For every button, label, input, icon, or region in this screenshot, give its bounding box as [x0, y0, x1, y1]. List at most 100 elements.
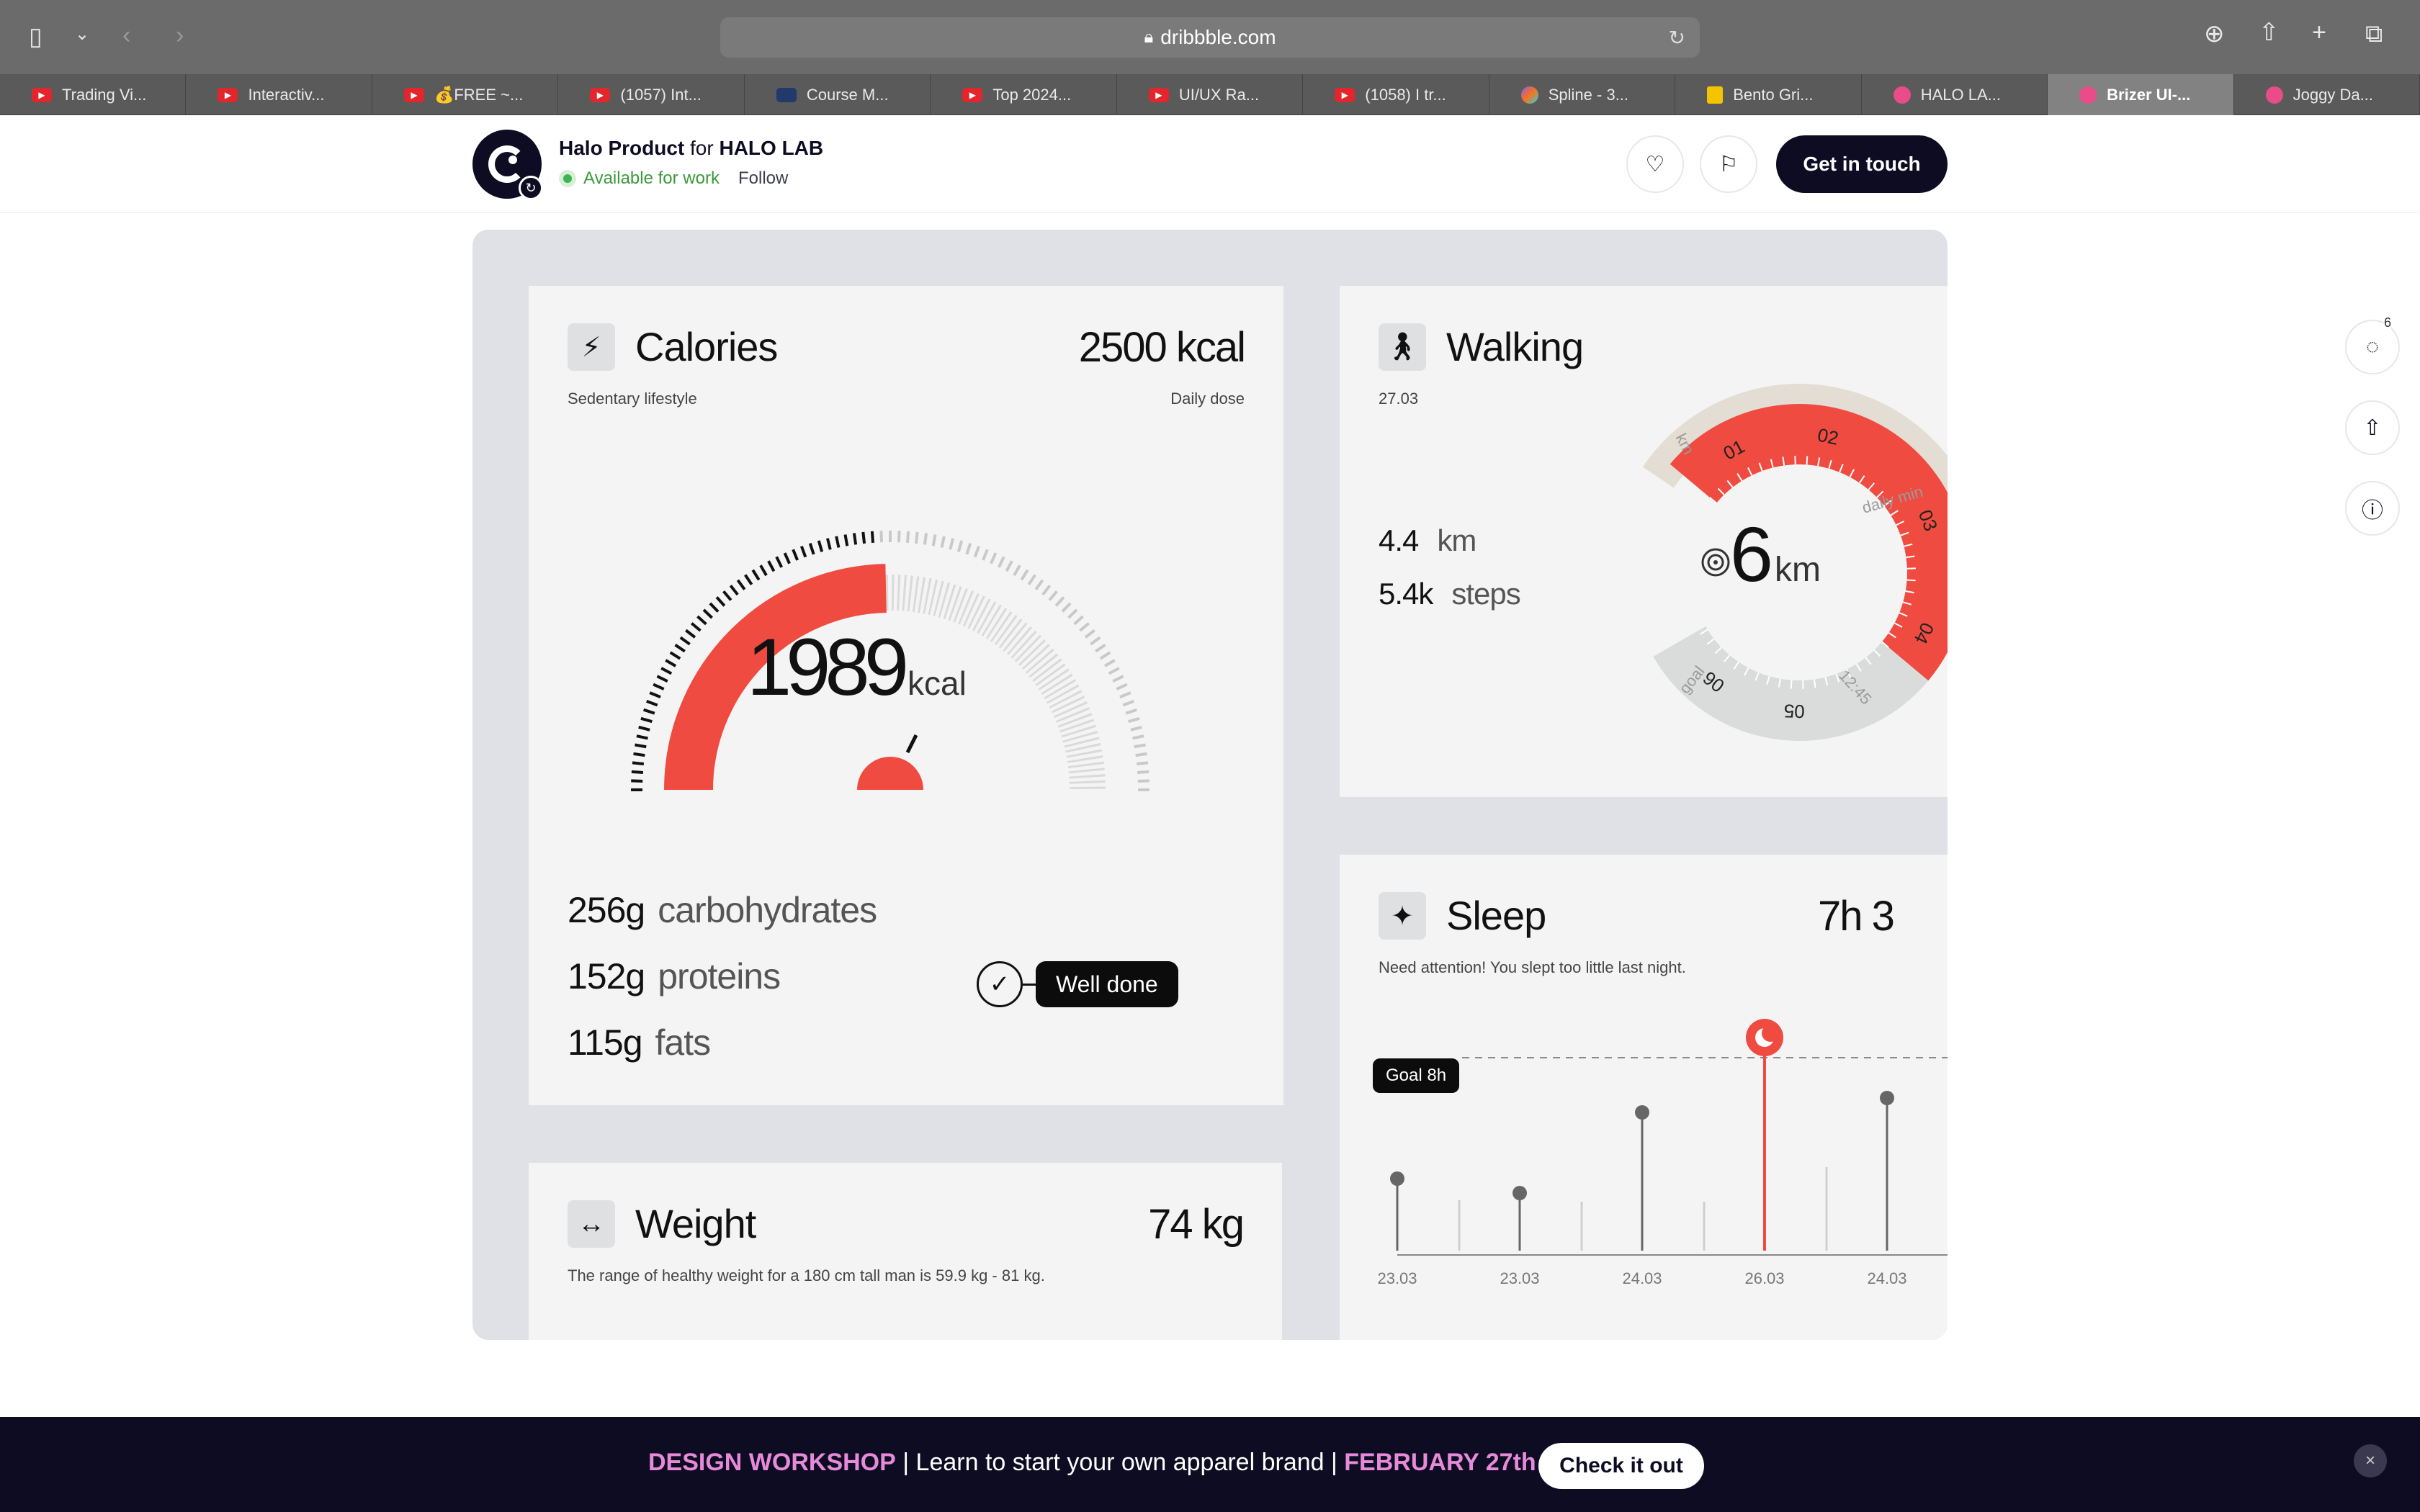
upload-icon: ⇧ [2363, 415, 2382, 440]
follow-link[interactable]: Follow [738, 168, 788, 189]
shot-title: Halo Product for HALO LAB [559, 137, 823, 160]
gauge-tick [665, 659, 677, 667]
sidebar-toggle-icon[interactable]: ▯ [29, 24, 42, 49]
gauge-tick [631, 779, 643, 783]
close-icon[interactable]: × [2354, 1444, 2387, 1477]
share-button[interactable]: ⇧ [2345, 400, 2400, 455]
gauge-tick [1090, 636, 1101, 646]
youtube-icon: ▶ [32, 87, 52, 102]
gauge-tick [965, 543, 972, 555]
browser-tab[interactable]: Joggy Da... [2234, 74, 2420, 115]
goal-badge: Goal 8h [1373, 1058, 1460, 1093]
sleep-note: Need attention! You slept too little las… [1379, 958, 1686, 976]
gauge-tick [696, 615, 707, 626]
gauge-tick [1125, 708, 1137, 715]
gauge-tick [914, 531, 919, 544]
weight-value: 74 kg [1148, 1201, 1245, 1248]
like-button[interactable]: ♡ [1626, 135, 1684, 193]
gauge-tick [631, 770, 643, 774]
browser-tab[interactable]: ▶ (1057) Int... [558, 74, 745, 115]
target-icon-dot [1713, 560, 1718, 564]
well-done-label: Well done [1036, 961, 1178, 1007]
sleep-point[interactable] [1635, 1105, 1649, 1120]
steps-label: steps [1451, 577, 1520, 611]
weight-card: ↔ Weight 74 kg The range of healthy weig… [529, 1163, 1282, 1340]
gauge-tick [897, 531, 901, 543]
gauge-tick [744, 574, 753, 585]
reload-icon[interactable]: ↻ [1669, 26, 1685, 50]
banner-date: FEBRUARY 27th [1344, 1449, 1536, 1476]
sleep-point[interactable] [1880, 1091, 1894, 1105]
browser-tab[interactable]: Brizer UI-... [2048, 74, 2234, 115]
gauge-tick [636, 734, 648, 740]
browser-tab[interactable]: ▶ Trading Vi... [0, 74, 187, 115]
browser-tab[interactable]: ▶ Interactiv... [186, 74, 372, 115]
calories-value: 1989 [747, 622, 905, 712]
tab-label: UI/UX Ra... [1178, 85, 1260, 104]
comment-icon: ◌ [2366, 335, 2379, 359]
youtube-icon: ▶ [218, 87, 238, 102]
forward-arrow-icon[interactable]: › [176, 23, 184, 48]
gauge-tick [679, 636, 691, 646]
gauge-tick [759, 564, 768, 577]
sleep-point[interactable] [1512, 1186, 1527, 1200]
comments-count: 6 [2384, 315, 2392, 330]
youtube-icon: ▶ [403, 87, 424, 102]
sleep-date-label: 26.03 [1744, 1269, 1784, 1287]
gauge-tick [702, 608, 713, 619]
macro-amount: 115g [568, 1022, 643, 1063]
tab-label: (1057) Int... [620, 85, 702, 104]
gauge-tick [1034, 579, 1044, 590]
browser-tab[interactable]: ▶ UI/UX Ra... [1117, 74, 1304, 115]
youtube-icon: ▶ [1148, 87, 1169, 102]
gauge-tick [709, 602, 720, 613]
gauge-tick [633, 752, 645, 757]
download-icon[interactable]: ⊕ [2204, 22, 2225, 46]
browser-tab[interactable]: Course M... [745, 74, 931, 115]
gauge-tick [940, 536, 946, 548]
gauge-tick [783, 552, 791, 564]
get-in-touch-button[interactable]: Get in touch [1776, 135, 1948, 193]
address-bar[interactable]: 🔒︎ dribbble.com ↻ [720, 17, 1700, 58]
tab-overview-icon[interactable]: ⧉ [2365, 22, 2383, 46]
gauge-tick [931, 534, 937, 546]
gauge-tick [973, 546, 981, 558]
gauge-tick [861, 531, 866, 544]
gauge-tick [1132, 734, 1144, 740]
gauge-tick [1122, 699, 1134, 707]
steps-value: 5.4k [1379, 577, 1433, 611]
team-name[interactable]: HALO LAB [719, 137, 823, 159]
check-it-out-button[interactable]: Check it out [1538, 1443, 1704, 1489]
browser-tab[interactable]: Spline - 3... [1489, 74, 1676, 115]
back-arrow-icon[interactable]: ‹ [122, 23, 130, 48]
gauge-tick [1119, 691, 1131, 698]
browser-tab[interactable]: ▶ 💰FREE ~... [372, 74, 559, 115]
browser-tab[interactable]: ▶ (1058) I tr... [1303, 74, 1489, 115]
ring-center-value: 6 [1730, 510, 1773, 598]
chevron-down-icon[interactable]: ⌄ [75, 26, 89, 43]
promo-banner: DESIGN WORKSHOP | Learn to start your ow… [0, 1417, 2420, 1512]
info-button[interactable]: ⓘ [2345, 481, 2400, 536]
browser-tab[interactable]: HALO LA... [1862, 74, 2048, 115]
share-icon[interactable]: ⇧ [2259, 20, 2280, 45]
gauge-tick [1027, 574, 1036, 585]
save-button[interactable]: ⚐ [1700, 135, 1757, 193]
browser-tab[interactable]: Bento Gri... [1675, 74, 1862, 115]
gauge-tick [1048, 590, 1058, 601]
gauge-tick [852, 533, 858, 545]
banner-body: | Learn to start your own apparel brand … [895, 1449, 1345, 1476]
availability-status: Available for work [559, 168, 720, 189]
comments-button[interactable]: ◌ [2345, 320, 2400, 374]
avatar[interactable]: ↻ [472, 130, 543, 200]
gauge-tick [1136, 761, 1149, 766]
browser-tab[interactable]: ▶ Top 2024... [931, 74, 1117, 115]
gauge-tick [835, 536, 841, 548]
sleep-point[interactable] [1390, 1171, 1404, 1186]
new-tab-icon[interactable]: + [2312, 20, 2326, 45]
spline-icon [1520, 86, 1538, 104]
gauge-tick [1112, 675, 1124, 683]
gauge-tick [1128, 716, 1140, 724]
youtube-icon: ▶ [962, 87, 983, 102]
gauge-tick [715, 596, 726, 607]
gauge-tick [649, 691, 661, 698]
